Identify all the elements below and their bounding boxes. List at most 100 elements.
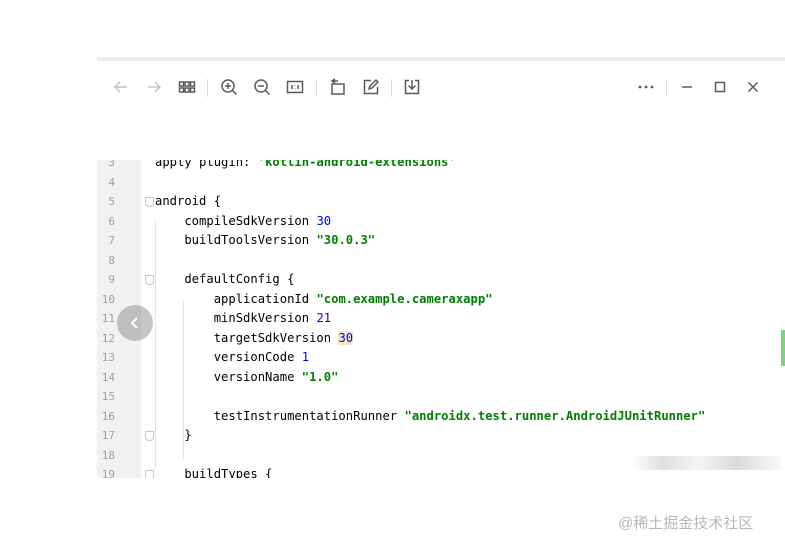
rotate-button[interactable] xyxy=(326,75,350,99)
edit-button[interactable] xyxy=(359,75,383,99)
toolbar-separator xyxy=(666,79,667,97)
code-line: 12 targetSdkVersion 30 xyxy=(97,329,785,349)
number-literal: 1 xyxy=(301,350,310,364)
rotate-icon xyxy=(330,78,345,95)
maximize-icon xyxy=(714,81,726,93)
line-number: 18 xyxy=(101,448,115,462)
chevron-left-icon xyxy=(130,317,138,329)
minimize-button[interactable] xyxy=(675,75,699,99)
save-button[interactable] xyxy=(400,75,424,99)
edit-icon xyxy=(363,78,380,95)
code-line: 3 apply plugin: 'kotlin-android-extension… xyxy=(97,160,785,173)
code-text: apply plugin: 'kotlin-android-extensions… xyxy=(155,160,456,173)
watermark: @稀土掘金技术社区 xyxy=(618,515,754,532)
previous-image-button[interactable] xyxy=(117,305,153,341)
line-number: 9 xyxy=(108,273,115,286)
line-number: 3 xyxy=(108,160,115,169)
line-number: 7 xyxy=(108,234,115,247)
code-token: applicationId xyxy=(155,291,317,306)
forward-button[interactable] xyxy=(142,75,166,99)
code-line: 8 xyxy=(97,251,785,271)
code-token: versionName xyxy=(155,369,302,384)
line-number: 8 xyxy=(108,253,115,267)
minimize-icon xyxy=(682,86,692,88)
line-number: 19 xyxy=(101,468,115,478)
code-line: 13 versionCode 1 xyxy=(97,348,785,368)
code-line: 14 versionName "1.0" xyxy=(97,368,785,388)
actual-size-button[interactable] xyxy=(283,75,307,99)
code-text: targetSdkVersion 30 xyxy=(155,329,354,349)
blurred-region xyxy=(632,456,782,470)
zoom-out-button[interactable] xyxy=(250,75,274,99)
zoom-in-button[interactable] xyxy=(217,75,241,99)
arrow-right-icon xyxy=(148,81,162,93)
code-token: android { xyxy=(155,194,222,208)
code-text: compileSdkVersion 30 xyxy=(155,212,331,232)
code-text: testInstrumentationRunner "androidx.test… xyxy=(155,407,706,427)
string-literal: "androidx.test.runner.AndroidJUnitRunner… xyxy=(404,408,706,423)
scroll-marker xyxy=(781,330,785,366)
code-text: android { xyxy=(155,192,221,212)
string-literal: "com.example.cameraxapp" xyxy=(316,291,493,306)
maximize-button[interactable] xyxy=(708,75,732,99)
line-number: 15 xyxy=(101,390,115,403)
code-line: 15 xyxy=(97,387,785,407)
line-number: 10 xyxy=(101,292,115,306)
gallery-button[interactable] xyxy=(175,75,199,99)
code-token: defaultConfig { xyxy=(155,272,295,286)
toolbar-separator xyxy=(316,79,317,97)
arrow-left-icon xyxy=(113,81,127,93)
code-text: versionName "1.0" xyxy=(155,368,339,388)
toolbar-separator xyxy=(391,79,392,97)
code-text: defaultConfig { xyxy=(155,270,294,290)
code-line: 17 } xyxy=(97,426,785,446)
line-number: 12 xyxy=(101,331,115,345)
number-literal: 30 xyxy=(316,213,332,228)
code-screenshot-image: 3 apply plugin: 'kotlin-android-extension… xyxy=(97,160,785,478)
code-line: 11 minSdkVersion 21 xyxy=(97,309,785,329)
more-icon xyxy=(638,85,654,89)
fold-marker-icon[interactable] xyxy=(145,275,154,285)
code-token: buildToolsVersion xyxy=(155,233,317,247)
number-literal: 21 xyxy=(316,311,332,325)
code-token: } xyxy=(155,428,192,442)
line-number: 5 xyxy=(108,195,115,208)
fold-marker-icon[interactable] xyxy=(145,470,154,478)
code-token: versionCode xyxy=(155,350,302,364)
code-token: apply plugin: xyxy=(155,160,258,169)
line-number: 16 xyxy=(101,409,115,423)
code-token: targetSdkVersion xyxy=(155,330,339,345)
close-button[interactable] xyxy=(741,75,765,99)
number-literal: 30 xyxy=(338,330,354,345)
code-token: testInstrumentationRunner xyxy=(155,408,405,423)
code-line: 5 android { xyxy=(97,192,785,212)
code-text: buildTypes { xyxy=(155,465,272,478)
line-number: 11 xyxy=(101,312,115,325)
string-literal: "1.0" xyxy=(301,369,339,384)
code-line: 7 buildToolsVersion "30.0.3" xyxy=(97,231,785,251)
code-line: 9 defaultConfig { xyxy=(97,270,785,290)
code-token: compileSdkVersion xyxy=(155,213,317,228)
fold-marker-icon[interactable] xyxy=(145,431,154,441)
actual-size-icon xyxy=(286,80,304,94)
code-text: applicationId "com.example.cameraxapp" xyxy=(155,290,493,310)
code-text: versionCode 1 xyxy=(155,348,309,368)
fold-marker-icon[interactable] xyxy=(145,197,154,207)
viewer-toolbar xyxy=(97,65,785,105)
code-text: minSdkVersion 21 xyxy=(155,309,331,329)
code-token: minSdkVersion xyxy=(155,311,317,325)
string-literal: "30.0.3" xyxy=(316,233,376,247)
code-text: buildToolsVersion "30.0.3" xyxy=(155,231,375,251)
toolbar-separator xyxy=(207,79,208,97)
line-number: 14 xyxy=(101,370,115,384)
code-line: 4 xyxy=(97,173,785,193)
line-number: 13 xyxy=(101,351,115,364)
zoom-out-icon xyxy=(254,79,271,96)
code-line: 10 applicationId "com.example.cameraxapp… xyxy=(97,290,785,310)
more-button[interactable] xyxy=(634,75,658,99)
code-line: 16 testInstrumentationRunner "androidx.t… xyxy=(97,407,785,427)
zoom-in-icon xyxy=(221,79,238,96)
code-line: 6 compileSdkVersion 30 xyxy=(97,212,785,232)
line-number: 17 xyxy=(101,429,115,442)
back-button[interactable] xyxy=(109,75,133,99)
